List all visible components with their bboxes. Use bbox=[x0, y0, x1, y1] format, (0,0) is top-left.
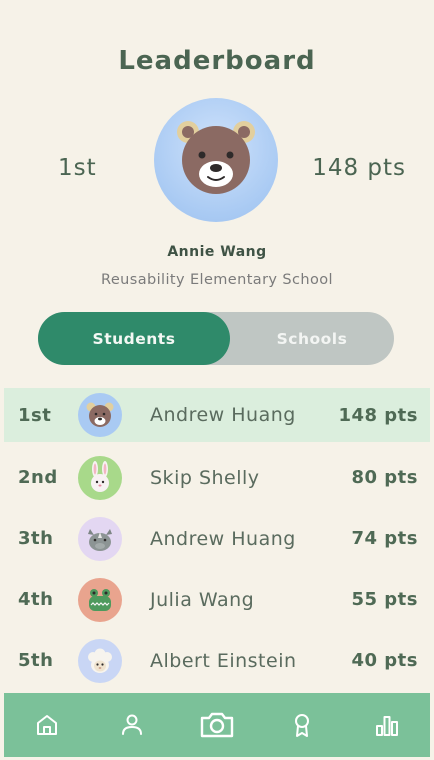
profile-name: Annie Wang bbox=[167, 244, 267, 260]
table-row[interactable]: 2nd Skip Shelly 80 pts bbox=[4, 447, 430, 508]
row-avatar bbox=[78, 455, 122, 500]
nav-leaderboard-button[interactable] bbox=[367, 705, 407, 745]
profile-avatar bbox=[154, 98, 278, 222]
row-rank: 4th bbox=[18, 589, 54, 610]
current-rank: 1st bbox=[58, 155, 97, 181]
row-points: 74 pts bbox=[351, 528, 418, 549]
leaderboard-toggle: Students Schools bbox=[38, 312, 394, 365]
row-rank: 2nd bbox=[18, 467, 58, 488]
row-name: Skip Shelly bbox=[150, 466, 260, 489]
row-name: Andrew Huang bbox=[150, 527, 296, 550]
bear-icon bbox=[177, 121, 255, 194]
row-points: 40 pts bbox=[351, 650, 418, 671]
table-row[interactable]: 4th Julia Wang 55 pts bbox=[4, 569, 430, 630]
row-points: 80 pts bbox=[351, 467, 418, 488]
profile-icon bbox=[121, 714, 142, 735]
table-row[interactable]: 1st Andrew Huang 148 pts bbox=[4, 388, 430, 442]
crocodile-icon bbox=[89, 588, 111, 611]
nav-camera-button[interactable] bbox=[197, 705, 237, 745]
row-points: 148 pts bbox=[338, 404, 418, 426]
nav-profile-button[interactable] bbox=[112, 705, 152, 745]
row-avatar bbox=[78, 577, 122, 622]
page-title: Leaderboard bbox=[118, 46, 316, 76]
chart-icon bbox=[376, 716, 399, 736]
current-points: 148 pts bbox=[312, 155, 406, 181]
row-avatar bbox=[78, 516, 122, 561]
students-tab[interactable]: Students bbox=[38, 312, 230, 365]
row-name: Julia Wang bbox=[150, 588, 255, 611]
bunny-icon bbox=[91, 460, 109, 492]
row-rank: 1st bbox=[18, 404, 52, 426]
row-points: 55 pts bbox=[351, 589, 418, 610]
row-rank: 3th bbox=[18, 528, 54, 549]
rhino-icon bbox=[88, 528, 112, 551]
row-name: Andrew Huang bbox=[150, 404, 296, 426]
camera-icon bbox=[200, 712, 234, 738]
nav-award-button[interactable] bbox=[282, 705, 322, 745]
schools-tab[interactable]: Schools bbox=[230, 312, 394, 365]
row-avatar bbox=[78, 393, 122, 437]
row-rank: 5th bbox=[18, 650, 54, 671]
home-icon bbox=[36, 715, 57, 735]
leaderboard-list: 1st Andrew Huang 148 pts 2nd Skip Shelly… bbox=[4, 388, 430, 691]
bottom-navbar bbox=[4, 693, 430, 757]
table-row[interactable]: 3th Andrew Huang 74 pts bbox=[4, 508, 430, 569]
award-icon bbox=[295, 714, 310, 737]
row-name: Albert Einstein bbox=[150, 649, 297, 672]
row-avatar bbox=[78, 638, 122, 683]
bear-icon bbox=[86, 402, 114, 427]
table-row[interactable]: 5th Albert Einstein 40 pts bbox=[4, 630, 430, 691]
nav-home-button[interactable] bbox=[27, 705, 67, 745]
profile-school: Reusability Elementary School bbox=[101, 272, 333, 288]
sheep-icon bbox=[88, 648, 112, 673]
